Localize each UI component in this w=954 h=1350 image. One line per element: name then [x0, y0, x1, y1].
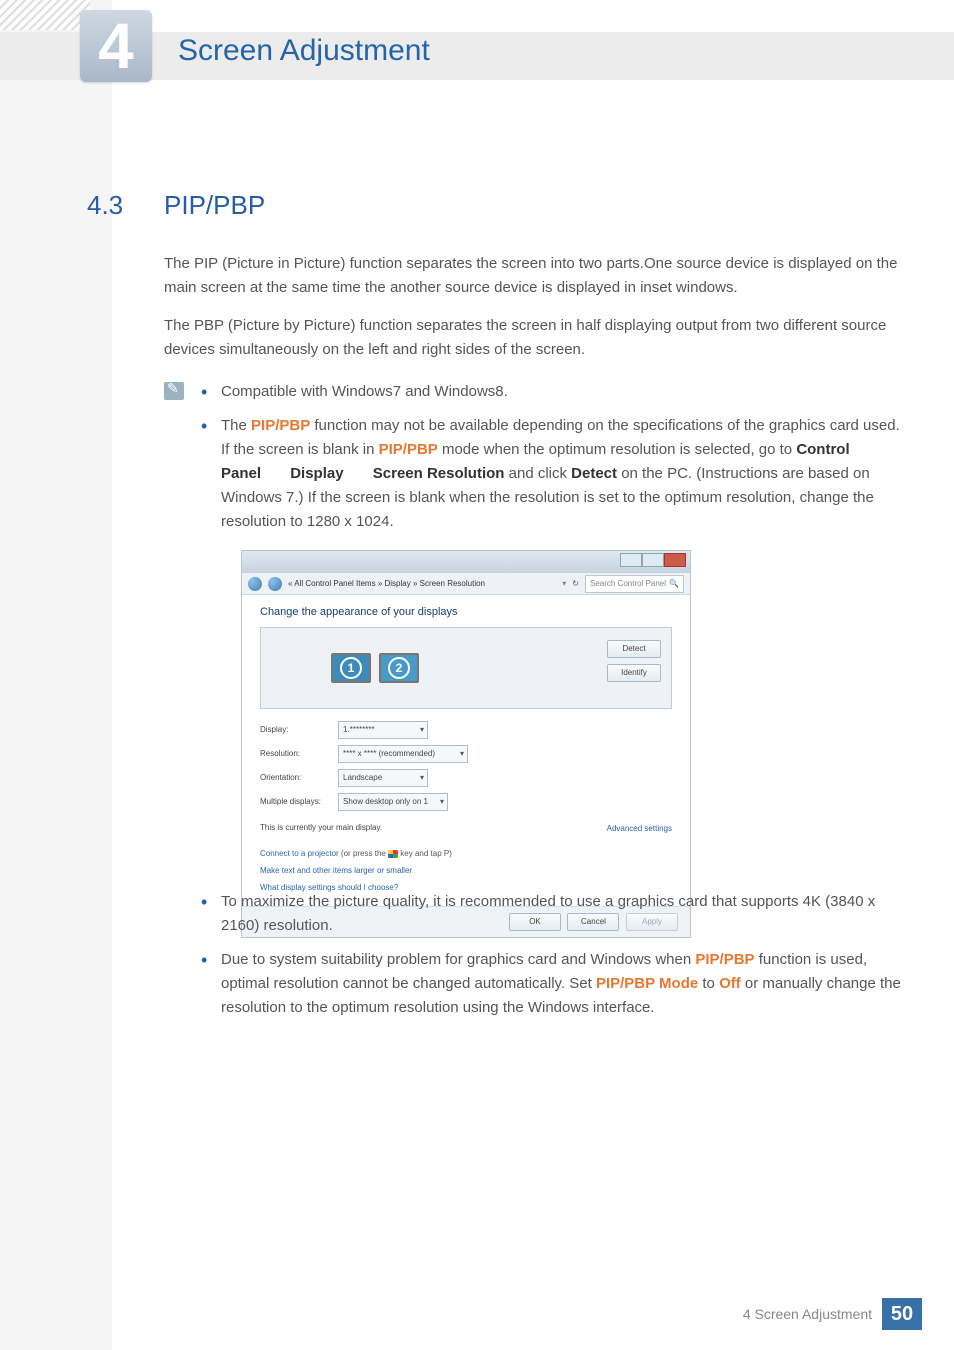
nav-back-icon[interactable]: [248, 577, 262, 591]
bullet-4k: To maximize the picture quality, it is r…: [201, 890, 906, 938]
screen-resolution-label: Screen Resolution: [373, 465, 505, 482]
dialog-body: Change the appearance of your displays 1…: [242, 595, 690, 906]
search-placeholder: Search Control Panel: [590, 577, 666, 591]
orientation-select[interactable]: Landscape: [338, 769, 428, 787]
close-icon[interactable]: [664, 553, 686, 567]
dialog-heading: Change the appearance of your displays: [260, 605, 672, 619]
text-frag: The: [221, 417, 251, 434]
multiple-displays-row: Multiple displays: Show desktop only on …: [260, 793, 672, 811]
text-size-link[interactable]: Make text and other items larger or smal…: [260, 864, 672, 878]
multiple-displays-select[interactable]: Show desktop only on 1: [338, 793, 448, 811]
paragraph-pbp: The PBP (Picture by Picture) function se…: [164, 314, 904, 362]
chapter-number-badge: 4: [80, 10, 152, 82]
section-title: PIP/PBP: [164, 190, 265, 221]
multiple-displays-label: Multiple displays:: [260, 795, 330, 809]
note-icon: [164, 382, 184, 400]
advanced-settings-link[interactable]: Advanced settings: [607, 822, 672, 836]
monitor-label: 2: [388, 657, 410, 679]
display-row: Display: 1.********: [260, 721, 672, 739]
text-frag: to: [698, 975, 719, 992]
dialog-address-bar: « All Control Panel Items » Display » Sc…: [242, 573, 690, 595]
pip-pbp-term: PIP/PBP: [695, 951, 754, 968]
display-select[interactable]: 1.********: [338, 721, 428, 739]
monitor-1[interactable]: 1: [331, 653, 371, 683]
note-bullet-list-top: Compatible with Windows7 and Windows8. T…: [201, 380, 906, 544]
orientation-row: Orientation: Landscape: [260, 769, 672, 787]
nav-forward-icon[interactable]: [268, 577, 282, 591]
display-label: Display: [290, 465, 343, 482]
main-display-note: This is currently your main display.: [260, 821, 382, 835]
page-footer: 4 Screen Adjustment 50: [0, 1298, 954, 1330]
pip-pbp-term: PIP/PBP: [379, 441, 438, 458]
note-bullet-list-bottom: To maximize the picture quality, it is r…: [201, 890, 906, 1030]
resolution-select[interactable]: **** x **** (recommended): [338, 745, 468, 763]
footer-chapter-title: 4 Screen Adjustment: [743, 1306, 872, 1322]
monitor-label: 1: [340, 657, 362, 679]
monitor-2[interactable]: 2: [379, 653, 419, 683]
dialog-titlebar: [242, 551, 690, 573]
bullet-pip-availability: The PIP/PBP function may not be availabl…: [201, 414, 906, 534]
paragraph-pip: The PIP (Picture in Picture) function se…: [164, 252, 904, 300]
detect-button[interactable]: Detect: [607, 640, 661, 658]
breadcrumb[interactable]: « All Control Panel Items » Display » Sc…: [288, 577, 556, 591]
connect-projector-link[interactable]: Connect to a projector (or press the key…: [260, 847, 672, 861]
off-term: Off: [719, 975, 741, 992]
pip-pbp-term: PIP/PBP: [251, 417, 310, 434]
orientation-field-label: Orientation:: [260, 771, 330, 785]
chapter-title: Screen Adjustment: [178, 34, 430, 68]
search-input[interactable]: Search Control Panel: [585, 575, 684, 593]
detect-label: Detect: [571, 465, 617, 482]
resolution-row: Resolution: **** x **** (recommended): [260, 745, 672, 763]
maximize-icon[interactable]: [642, 553, 664, 567]
display-field-label: Display:: [260, 723, 330, 737]
text-frag: Due to system suitability problem for gr…: [221, 951, 695, 968]
windows-flag-icon: [388, 850, 398, 858]
section-number: 4.3: [87, 190, 123, 221]
bullet-compatible: Compatible with Windows7 and Windows8.: [201, 380, 906, 404]
minimize-icon[interactable]: [620, 553, 642, 567]
text-frag: and click: [504, 465, 571, 482]
corner-hatch: [0, 0, 90, 30]
display-preview-area: 1 2 Detect Identify: [260, 627, 672, 709]
bullet-suitability: Due to system suitability problem for gr…: [201, 948, 906, 1020]
footer-page-number: 50: [882, 1298, 922, 1330]
identify-button[interactable]: Identify: [607, 664, 661, 682]
pip-pbp-mode-term: PIP/PBP Mode: [596, 975, 698, 992]
resolution-field-label: Resolution:: [260, 747, 330, 761]
windows-dialog-screenshot: « All Control Panel Items » Display » Sc…: [241, 550, 691, 938]
text-frag: mode when the optimum resolution is sele…: [438, 441, 797, 458]
